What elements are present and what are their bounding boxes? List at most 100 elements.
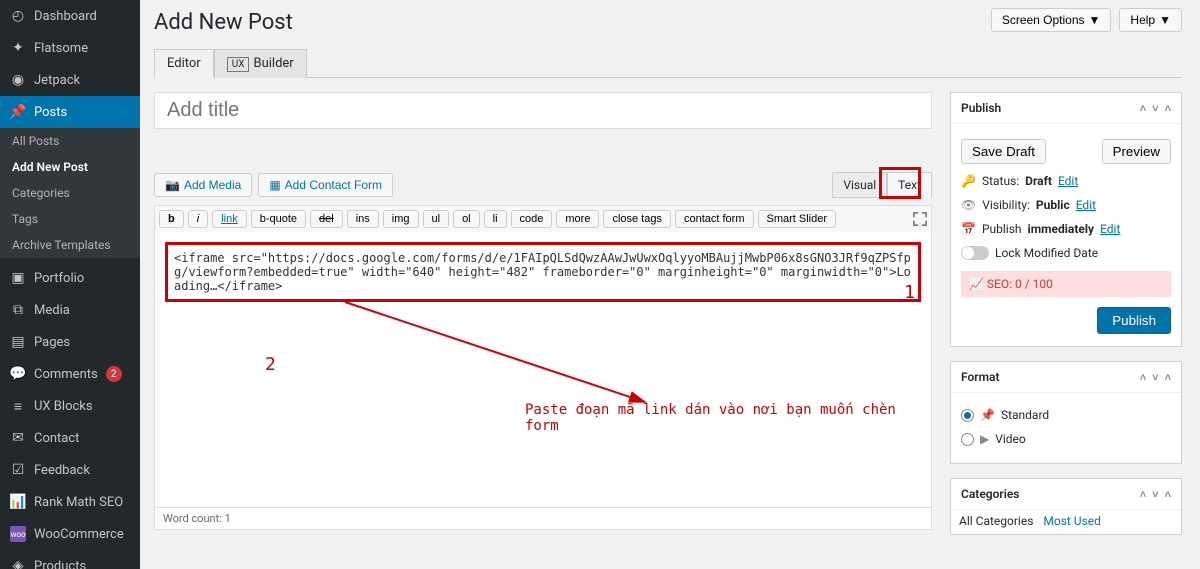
qt-smart-slider[interactable]: Smart Slider [758, 210, 837, 228]
text-editor-area[interactable]: <iframe src="https://docs.google.com/for… [154, 232, 932, 508]
lock-modified-date-label: Lock Modified Date [995, 246, 1098, 260]
title-input[interactable] [154, 92, 932, 129]
qt-ins[interactable]: ins [347, 210, 379, 228]
edit-publish-time-link[interactable]: Edit [1100, 222, 1120, 236]
edit-visibility-link[interactable]: Edit [1076, 198, 1096, 212]
chevron-down-icon: ▼ [1159, 13, 1171, 27]
chevron-down-icon: ▼ [1089, 13, 1101, 27]
sidebar-sub-archive-templates[interactable]: Archive Templates [0, 232, 140, 258]
chevron-down-icon[interactable]: ˅ [1152, 102, 1158, 115]
sidebar-item-comments[interactable]: 💬Comments 2 [0, 358, 140, 390]
sidebar-item-woocommerce[interactable]: wooWooCommerce [0, 518, 140, 550]
qt-italic[interactable]: i [188, 210, 208, 228]
edit-status-link[interactable]: Edit [1058, 174, 1078, 188]
fullscreen-icon[interactable] [913, 212, 927, 226]
pin-icon: 📌 [10, 104, 26, 120]
briefcase-icon: ▣ [10, 270, 26, 286]
chevron-up-icon[interactable]: ˄ [1140, 371, 1146, 384]
annotation-box-text-mode [879, 167, 921, 199]
chevron-up-icon[interactable]: ˄ [1165, 102, 1171, 115]
visibility-value: Public [1036, 198, 1070, 212]
annotation-number-1: 1 [904, 282, 915, 303]
admin-sidebar: ◴Dashboard ✦Flatsome ◉Jetpack 📌Posts All… [0, 0, 140, 569]
sidebar-item-portfolio[interactable]: ▣Portfolio [0, 262, 140, 294]
qt-ul[interactable]: ul [423, 210, 450, 228]
editor-tabs: Editor UXBuilder [154, 49, 1182, 78]
main-content: Screen Options ▼ Help ▼ Add New Post Edi… [140, 0, 1200, 569]
save-draft-button[interactable]: Save Draft [961, 139, 1046, 164]
add-contact-form-button[interactable]: ▦ Add Contact Form [258, 173, 393, 197]
chevron-up-icon[interactable]: ˄ [1165, 371, 1171, 384]
lock-modified-date-toggle[interactable] [961, 246, 989, 260]
sidebar-item-products[interactable]: ◈Products [0, 550, 140, 569]
qt-li[interactable]: li [484, 210, 507, 228]
cog-icon: ✦ [10, 40, 26, 56]
add-media-button[interactable]: 📷 Add Media [154, 173, 252, 197]
eye-icon: 👁 [961, 198, 976, 212]
sidebar-item-pages[interactable]: ▤Pages [0, 326, 140, 358]
screen-options-button[interactable]: Screen Options ▼ [991, 8, 1112, 32]
chart-icon: 📊 [10, 494, 26, 510]
format-standard-radio[interactable] [961, 409, 974, 422]
quicktags-toolbar: b i link b-quote del ins img ul ol li co… [154, 205, 932, 232]
qt-bold[interactable]: b [159, 210, 184, 228]
format-video-radio[interactable] [961, 433, 974, 446]
sidebar-item-flatsome[interactable]: ✦Flatsome [0, 32, 140, 64]
sidebar-sub-add-new-post[interactable]: Add New Post [0, 154, 140, 180]
qt-link[interactable]: link [212, 210, 247, 228]
help-button[interactable]: Help ▼ [1119, 8, 1182, 32]
sidebar-item-jetpack[interactable]: ◉Jetpack [0, 64, 140, 96]
sidebar-item-dashboard[interactable]: ◴Dashboard [0, 0, 140, 32]
form-icon: ▦ [269, 178, 280, 192]
sidebar-item-posts[interactable]: 📌Posts [0, 96, 140, 128]
sidebar-sub-all-posts[interactable]: All Posts [0, 128, 140, 154]
word-count-bar: Word count: 1 [154, 508, 932, 530]
feedback-icon: ☑ [10, 462, 26, 478]
sidebar-sub-tags[interactable]: Tags [0, 206, 140, 232]
sidebar-item-rank-math[interactable]: 📊Rank Math SEO [0, 486, 140, 518]
qt-more[interactable]: more [556, 210, 599, 228]
chevron-up-icon[interactable]: ˄ [1140, 488, 1146, 501]
format-panel-title: Format [961, 370, 999, 384]
editor-content-text: <iframe src="https://docs.google.com/for… [174, 251, 911, 293]
chevron-down-icon[interactable]: ˅ [1152, 488, 1158, 501]
cat-tab-all[interactable]: All Categories [959, 514, 1033, 530]
status-label: Status: [982, 174, 1019, 188]
comment-icon: 💬 [10, 366, 26, 382]
qt-bquote[interactable]: b-quote [251, 210, 306, 228]
blocks-icon: ≡ [10, 398, 26, 414]
seo-score-strip: 📈 SEO: 0 / 100 [961, 271, 1171, 297]
woo-icon: woo [10, 526, 26, 542]
jetpack-icon: ◉ [10, 72, 26, 88]
ux-badge: UX [227, 57, 250, 72]
annotation-caption: Paste đoạn mã link dán vào nơi bạn muốn … [525, 402, 931, 434]
tab-ux-builder[interactable]: UXBuilder [214, 49, 307, 78]
sidebar-sub-categories[interactable]: Categories [0, 180, 140, 206]
qt-ol[interactable]: ol [453, 210, 480, 228]
format-standard-label: Standard [1001, 408, 1049, 422]
qt-img[interactable]: img [383, 210, 419, 228]
qt-del[interactable]: del [310, 210, 343, 228]
tab-editor[interactable]: Editor [154, 49, 214, 78]
qt-contact-form[interactable]: contact form [675, 210, 754, 228]
qt-close-tags[interactable]: close tags [603, 210, 671, 228]
annotation-box-code: <iframe src="https://docs.google.com/for… [165, 242, 921, 302]
qt-code[interactable]: code [511, 210, 553, 228]
chevron-up-icon[interactable]: ˄ [1140, 102, 1146, 115]
sidebar-item-media[interactable]: ⧉Media [0, 294, 140, 326]
publish-immediately: immediately [1028, 222, 1095, 236]
chevron-down-icon[interactable]: ˅ [1152, 371, 1158, 384]
format-video-label: Video [995, 432, 1026, 446]
publish-panel-title: Publish [961, 101, 1001, 115]
publish-label: Publish [982, 222, 1022, 236]
calendar-icon: 📅 [961, 222, 976, 236]
chevron-up-icon[interactable]: ˄ [1165, 488, 1171, 501]
preview-button[interactable]: Preview [1102, 139, 1171, 164]
publish-button[interactable]: Publish [1097, 307, 1171, 334]
sidebar-item-contact[interactable]: ✉Contact [0, 422, 140, 454]
categories-panel-title: Categories [961, 487, 1019, 501]
key-icon: 🔑 [961, 174, 976, 188]
cat-tab-most-used[interactable]: Most Used [1043, 514, 1101, 530]
sidebar-item-feedback[interactable]: ☑Feedback [0, 454, 140, 486]
sidebar-item-ux-blocks[interactable]: ≡UX Blocks [0, 390, 140, 422]
